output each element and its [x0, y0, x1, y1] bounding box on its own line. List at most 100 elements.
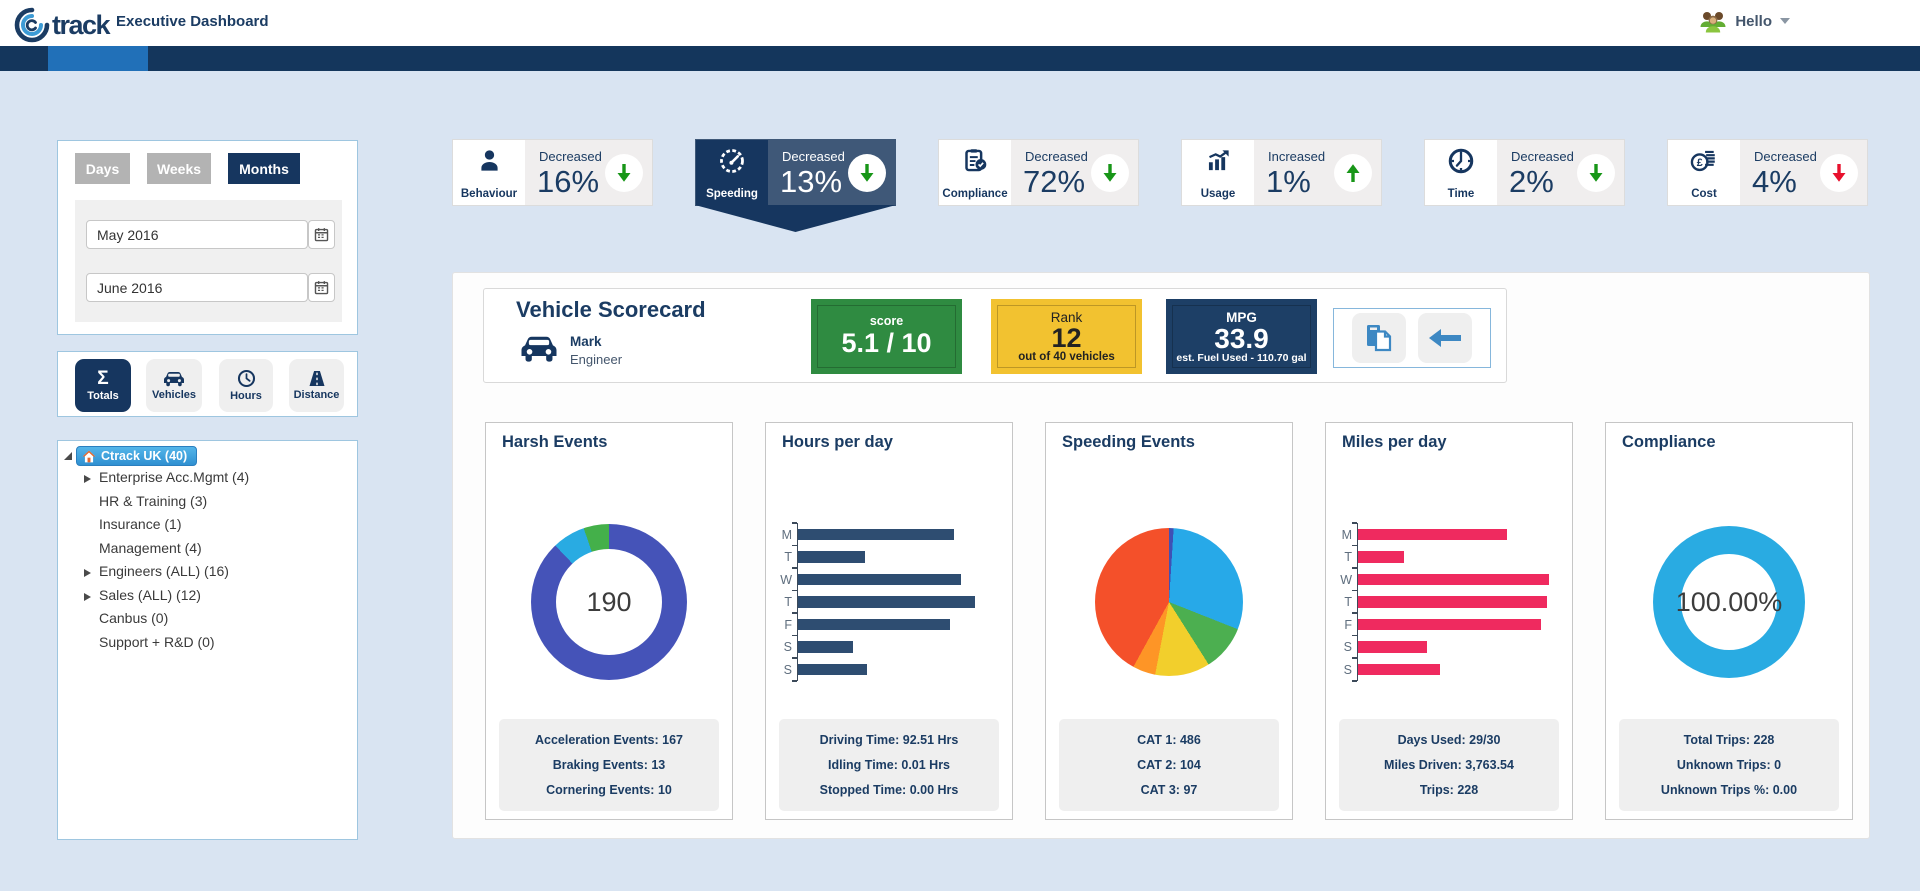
bar — [1358, 596, 1547, 608]
expander-open-icon[interactable] — [64, 452, 72, 460]
person-icon — [476, 147, 503, 174]
bar-chart: MTWTFSS — [776, 523, 1002, 681]
bar-row: M — [776, 523, 1002, 546]
tab-months[interactable]: Months — [228, 153, 300, 184]
tab-totals[interactable]: Σ Totals — [75, 359, 131, 412]
bar-track — [797, 546, 975, 569]
tree-root-ctrack-uk[interactable]: Ctrack UK (40) — [76, 446, 197, 466]
date-to-calendar-button[interactable] — [308, 273, 335, 302]
card-stats: Days Used: 29/30 Miles Driven: 3,763.54 … — [1339, 719, 1559, 811]
tree-item[interactable]: Engineers (ALL) (16) — [99, 563, 229, 579]
score-box: score 5.1 / 10 — [811, 299, 962, 374]
bar — [798, 529, 954, 541]
card-miles-per-day: Miles per day MTWTFSS Days Used: 29/30 M… — [1325, 422, 1573, 820]
page-title: Executive Dashboard — [116, 13, 269, 30]
nav-bar — [0, 46, 1920, 71]
tab-distance[interactable]: Distance — [289, 359, 344, 412]
tree-item[interactable]: HR & Training (3) — [99, 493, 207, 509]
bar-track — [1357, 568, 1549, 591]
card-title: Miles per day — [1342, 433, 1447, 452]
calendar-icon — [313, 226, 330, 243]
rank-box: Rank 12 out of 40 vehicles — [991, 299, 1142, 374]
tree-item[interactable]: Insurance (1) — [99, 516, 181, 532]
bar-category-label: S — [776, 640, 792, 654]
copy-button[interactable] — [1352, 313, 1406, 363]
tree-item[interactable]: Canbus (0) — [99, 610, 168, 626]
bar-row: T — [776, 546, 1002, 569]
home-icon — [82, 450, 96, 463]
expander-closed-icon[interactable] — [84, 569, 91, 577]
bar — [1358, 641, 1427, 653]
bar-row: F — [1336, 613, 1562, 636]
chevron-down-icon — [1780, 18, 1790, 24]
hours-per-day-chart: MTWTFSS — [766, 487, 1012, 717]
stat-line: Cornering Events: 10 — [503, 783, 715, 797]
chart-growth-icon — [1205, 147, 1232, 174]
tab-days[interactable]: Days — [75, 153, 130, 184]
kpi-tile-compliance[interactable]: Compliance Decreased 72% — [938, 139, 1139, 206]
tree-item[interactable]: Sales (ALL) (12) — [99, 587, 201, 603]
donut-chart: 100.00% — [1653, 526, 1805, 678]
decrease-arrow-icon — [1098, 161, 1122, 185]
avatar-group-icon — [1699, 8, 1727, 34]
date-from-calendar-button[interactable] — [308, 220, 335, 249]
kpi-tile-speeding[interactable]: Speeding Decreased 13% — [695, 139, 896, 206]
back-button[interactable] — [1418, 313, 1472, 363]
bar-category-label: T — [776, 595, 792, 609]
card-title: Speeding Events — [1062, 433, 1195, 452]
card-title: Harsh Events — [502, 433, 607, 452]
donut-center-value: 100.00% — [1676, 587, 1783, 618]
card-compliance: Compliance 100.00% Total Trips: 228 Unkn… — [1605, 422, 1853, 820]
kpi-tile-time[interactable]: Time Decreased 2% — [1424, 139, 1625, 206]
expander-closed-icon[interactable] — [84, 475, 91, 483]
compliance-chart: 100.00% — [1606, 487, 1852, 717]
decrease-arrow-icon — [1584, 161, 1608, 185]
tab-weeks[interactable]: Weeks — [147, 153, 211, 184]
expander-closed-icon[interactable] — [84, 593, 91, 601]
road-icon — [307, 370, 327, 387]
stat-line: Trips: 228 — [1343, 783, 1555, 797]
bar — [798, 664, 867, 676]
date-from-input[interactable] — [86, 220, 308, 249]
user-menu[interactable]: Hello — [1699, 8, 1790, 34]
kpi-tile-behaviour[interactable]: Behaviour Decreased 16% — [452, 139, 653, 206]
bar-category-label: T — [1336, 550, 1352, 564]
clock-icon — [1447, 147, 1475, 175]
bar-category-label: T — [776, 550, 792, 564]
tab-vehicles[interactable]: Vehicles — [146, 359, 202, 412]
date-to-input[interactable] — [86, 273, 308, 302]
driver-role: Engineer — [570, 352, 622, 367]
bar-track — [797, 636, 975, 659]
bar-category-label: S — [1336, 640, 1352, 654]
greeting-label: Hello — [1735, 13, 1772, 30]
bar-category-label: M — [776, 528, 792, 542]
donut-hole: 100.00% — [1681, 554, 1777, 650]
kpi-tile-usage[interactable]: Usage Increased 1% — [1181, 139, 1382, 206]
tree-item[interactable]: Support + R&D (0) — [99, 634, 215, 650]
bar-row: T — [776, 591, 1002, 614]
driver-name: Mark — [570, 334, 602, 349]
sigma-icon: Σ — [97, 370, 108, 388]
ctrack-logo[interactable]: track — [14, 7, 109, 43]
decrease-arrow-icon — [1827, 161, 1851, 185]
tree-item[interactable]: Enterprise Acc.Mgmt (4) — [99, 469, 249, 485]
bar-row: F — [776, 613, 1002, 636]
stat-line: Braking Events: 13 — [503, 758, 715, 772]
stat-line: Unknown Trips %: 0.00 — [1623, 783, 1835, 797]
kpi-tile-cost[interactable]: £ Cost Decreased 4% — [1667, 139, 1868, 206]
bar-category-label: F — [776, 618, 792, 632]
bar-track — [1357, 591, 1549, 614]
tree-item[interactable]: Management (4) — [99, 540, 202, 556]
logo-text: track — [52, 10, 109, 41]
date-range-panel — [75, 200, 342, 322]
header: track Executive Dashboard Hello — [0, 0, 1920, 46]
bar-category-label: T — [1336, 595, 1352, 609]
bar-track — [797, 658, 975, 681]
bar-category-label: S — [776, 663, 792, 677]
bar-track — [797, 591, 975, 614]
stat-line: CAT 1: 486 — [1063, 733, 1275, 747]
decrease-arrow-icon — [612, 161, 636, 185]
tab-hours[interactable]: Hours — [219, 359, 273, 412]
bar — [798, 551, 865, 563]
bar-track — [1357, 546, 1549, 569]
